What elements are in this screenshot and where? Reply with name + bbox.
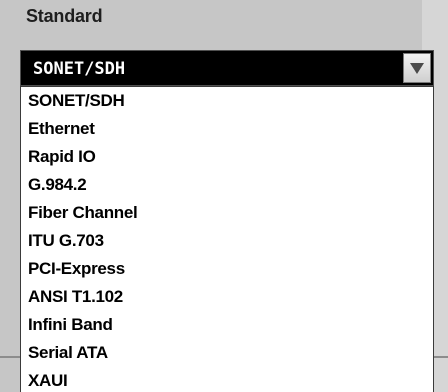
triangle-down-icon	[410, 63, 424, 74]
dropdown-option-itu-g-703[interactable]: ITU G.703	[21, 227, 433, 255]
standard-label: Standard	[26, 6, 103, 26]
dropdown-option-xaui[interactable]: XAUI	[21, 367, 433, 392]
dropdown-option-rapid-io[interactable]: Rapid IO	[21, 143, 433, 171]
standard-select[interactable]: SONET/SDH	[20, 50, 434, 86]
dropdown-option-fiber-channel[interactable]: Fiber Channel	[21, 199, 433, 227]
dropdown-option-ethernet[interactable]: Ethernet	[21, 115, 433, 143]
dropdown-option-g-984-2[interactable]: G.984.2	[21, 171, 433, 199]
dropdown-toggle-button[interactable]	[403, 53, 431, 83]
divider	[0, 356, 20, 358]
dropdown-option-infini-band[interactable]: Infini Band	[21, 311, 433, 339]
standard-dropdown-list[interactable]: SONET/SDH Ethernet Rapid IO G.984.2 Fibe…	[20, 86, 434, 392]
dropdown-option-ansi-t1-102[interactable]: ANSI T1.102	[21, 283, 433, 311]
settings-panel: Standard SONET/SDH SONET/SDH Ethernet Ra…	[0, 0, 448, 392]
dropdown-option-pci-express[interactable]: PCI-Express	[21, 255, 433, 283]
dropdown-option-sonet-sdh[interactable]: SONET/SDH	[21, 87, 433, 115]
dropdown-option-serial-ata[interactable]: Serial ATA	[21, 339, 433, 367]
standard-select-value: SONET/SDH	[33, 59, 126, 79]
divider	[434, 356, 448, 358]
